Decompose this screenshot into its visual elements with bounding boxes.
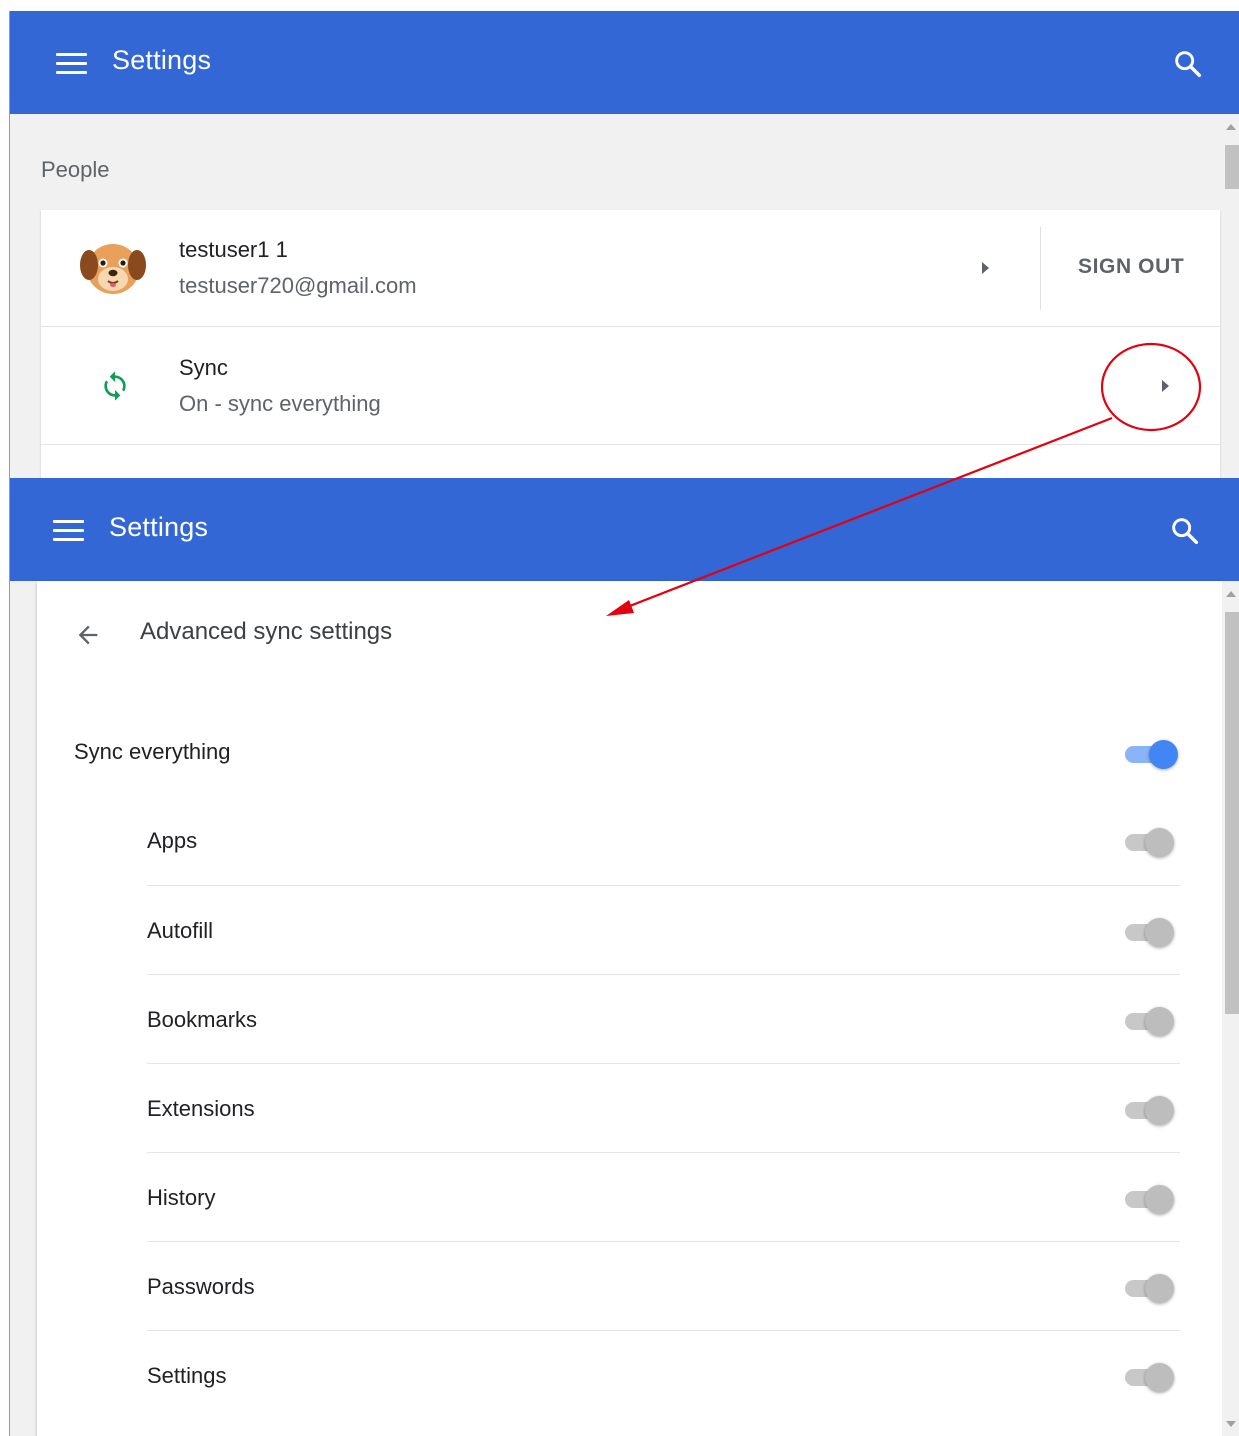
scroll-thumb[interactable]: [1225, 145, 1239, 189]
sync-item-label: Apps: [147, 828, 198, 853]
sync-status: On - sync everything: [179, 391, 381, 416]
app-bar: Settings: [10, 11, 1239, 114]
sync-item-label: Passwords: [147, 1274, 255, 1299]
sync-item-row: Autofill: [147, 885, 1180, 974]
scrollbar[interactable]: [1222, 581, 1239, 1436]
sync-item-label: Extensions: [147, 1096, 255, 1121]
app-title: Settings: [112, 45, 212, 75]
sync-item-row: Bookmarks: [147, 974, 1180, 1063]
profile-name: testuser1 1: [179, 237, 288, 262]
sync-item-label: History: [147, 1185, 216, 1210]
back-arrow-icon[interactable]: [73, 621, 103, 649]
settings-window-people: Settings People testuser1 1 testuser720@…: [9, 11, 1239, 478]
advanced-sync-panel: Advanced sync settings Sync everything A…: [37, 581, 1223, 1436]
app-bar: Settings: [10, 478, 1239, 581]
sync-chevron-right-icon[interactable]: [1162, 380, 1169, 392]
search-icon[interactable]: [1169, 515, 1201, 547]
sync-row[interactable]: Sync On - sync everything: [41, 328, 1220, 445]
chevron-right-icon[interactable]: [982, 262, 989, 274]
sync-item-label: Bookmarks: [147, 1007, 258, 1032]
people-card: testuser1 1 testuser720@gmail.com SIGN O…: [41, 210, 1220, 478]
sync-item-label: Autofill: [147, 918, 214, 943]
sync-item-row: History: [147, 1152, 1180, 1241]
sync-everything-label: Sync everything: [74, 739, 231, 764]
sync-item-label: Settings: [147, 1363, 227, 1388]
settings-window-sync: Settings Advanced sync settings Sync eve…: [9, 478, 1239, 1436]
sync-item-row: Passwords: [147, 1241, 1180, 1330]
scroll-thumb[interactable]: [1225, 612, 1239, 1014]
section-title-people: People: [41, 157, 110, 182]
sync-item-row: Apps: [147, 796, 1180, 885]
profile-row[interactable]: testuser1 1 testuser720@gmail.com SIGN O…: [41, 210, 1220, 327]
divider: [1040, 227, 1041, 310]
sync-item-row: Extensions: [147, 1063, 1180, 1152]
sign-out-button[interactable]: SIGN OUT: [1078, 255, 1184, 279]
scroll-up-arrow-icon[interactable]: [1226, 591, 1236, 597]
sync-item-toggle[interactable]: [1123, 1360, 1179, 1392]
scroll-up-arrow-icon[interactable]: [1226, 124, 1236, 130]
hamburger-menu-icon[interactable]: [53, 517, 85, 543]
sync-item-toggle[interactable]: [1123, 825, 1179, 857]
sync-icon: [104, 371, 126, 401]
sync-item-toggle[interactable]: [1123, 1271, 1179, 1303]
scrollbar[interactable]: [1222, 114, 1239, 478]
sync-everything-toggle[interactable]: [1123, 737, 1179, 769]
sync-item-row: Settings: [147, 1330, 1180, 1419]
subpage-title: Advanced sync settings: [140, 618, 393, 645]
hamburger-menu-icon[interactable]: [56, 50, 88, 76]
sync-title: Sync: [179, 355, 228, 380]
sync-item-toggle[interactable]: [1123, 915, 1179, 947]
search-icon[interactable]: [1172, 48, 1204, 80]
sync-item-toggle[interactable]: [1123, 1182, 1179, 1214]
sync-item-toggle[interactable]: [1123, 1093, 1179, 1125]
sync-item-toggle[interactable]: [1123, 1004, 1179, 1036]
dog-avatar-icon: [80, 244, 146, 294]
profile-email: testuser720@gmail.com: [179, 273, 417, 298]
app-title: Settings: [109, 512, 209, 542]
scroll-down-arrow-icon[interactable]: [1226, 1421, 1236, 1427]
